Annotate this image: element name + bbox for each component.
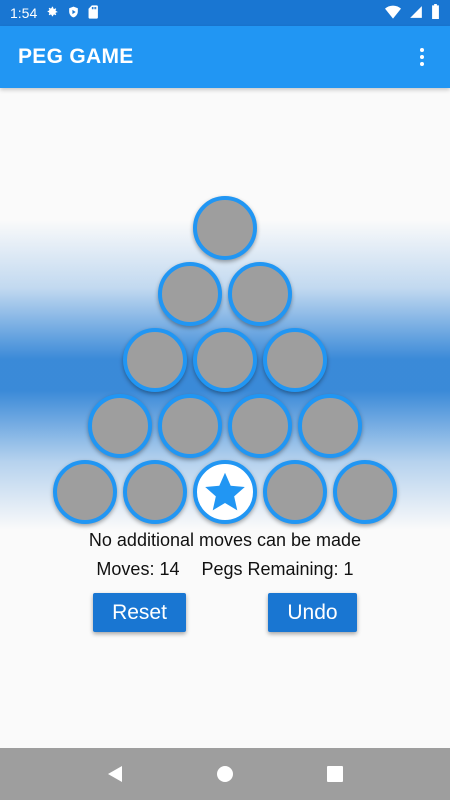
peg[interactable] <box>193 196 257 260</box>
reset-button[interactable]: Reset <box>93 593 186 632</box>
peg[interactable] <box>263 328 327 392</box>
peg[interactable] <box>123 328 187 392</box>
game-stats: Moves: 14 Pegs Remaining: 1 <box>0 559 450 580</box>
pegs-remaining: Pegs Remaining: 1 <box>201 559 354 579</box>
peg[interactable] <box>53 460 117 524</box>
undo-button[interactable]: Undo <box>268 593 357 632</box>
star-icon <box>205 472 245 511</box>
peg[interactable] <box>333 460 397 524</box>
peg[interactable] <box>158 262 222 326</box>
peg[interactable] <box>263 460 327 524</box>
moves-count: Moves: 14 <box>96 559 180 579</box>
peg[interactable] <box>193 328 257 392</box>
peg-board <box>0 0 450 800</box>
peg[interactable] <box>298 394 362 458</box>
home-icon[interactable] <box>216 765 234 783</box>
game-message: No additional moves can be made <box>88 530 362 550</box>
peg[interactable] <box>228 394 292 458</box>
peg[interactable] <box>88 394 152 458</box>
recents-icon[interactable] <box>326 765 344 783</box>
back-icon[interactable] <box>106 765 124 783</box>
system-nav-bar <box>0 748 450 800</box>
peg[interactable] <box>123 460 187 524</box>
peg[interactable] <box>158 394 222 458</box>
peg[interactable] <box>228 262 292 326</box>
empty-hole[interactable] <box>193 460 257 524</box>
